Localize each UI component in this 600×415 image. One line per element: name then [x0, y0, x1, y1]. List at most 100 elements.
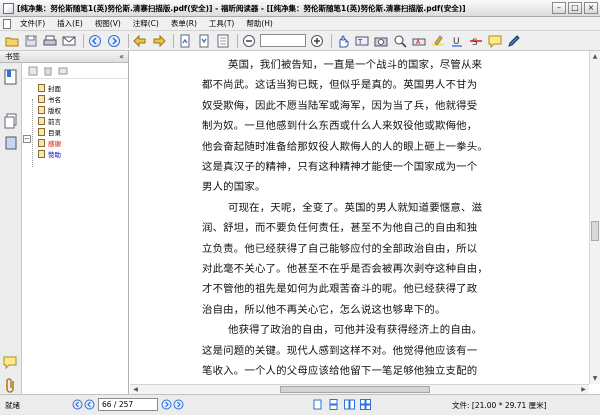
menu-tools[interactable]: 工具(T) — [203, 18, 240, 29]
scroll-down-icon[interactable]: ▼ — [591, 374, 599, 383]
first-page-status-button[interactable] — [84, 399, 95, 410]
prev-page-button[interactable] — [72, 399, 83, 410]
bookmark-icon — [38, 128, 45, 136]
menu-comment[interactable]: 注释(C) — [127, 18, 165, 29]
minimize-button[interactable]: – — [552, 2, 566, 14]
delete-bookmark-button[interactable] — [43, 66, 53, 76]
bookmark-panel-header: 书签 « — [0, 51, 128, 63]
continuous-facing-view-button[interactable] — [360, 399, 371, 410]
bookmark-icon — [38, 117, 45, 125]
scroll-up-icon[interactable]: ▲ — [591, 52, 599, 61]
horizontal-scroll-thumb[interactable] — [280, 386, 430, 393]
next-view-button[interactable] — [106, 33, 122, 49]
expand-bookmarks-button[interactable] — [28, 66, 38, 76]
bookmark-label: 赞助 — [48, 151, 61, 159]
print-button[interactable] — [42, 33, 58, 49]
text-line: 都不尚武。这话当狗已既，但似乎是真的。英国男人不甘为 — [202, 79, 478, 92]
bookmark-item[interactable]: 感谢 — [38, 138, 61, 148]
menu-insert[interactable]: 插入(E) — [51, 18, 89, 29]
snapshot-button[interactable] — [373, 33, 389, 49]
bookmark-item[interactable]: 版权 — [38, 105, 61, 115]
strikeout-button[interactable]: S — [468, 33, 484, 49]
menu-view[interactable]: 视图(V) — [89, 18, 127, 29]
toolbar-separator — [83, 33, 84, 48]
bookmark-tree-area: − 封面 书名 版权 前言 目录 感谢 赞助 — [22, 63, 128, 394]
page-number-field[interactable]: 66 / 257 — [98, 398, 158, 411]
next-page-button[interactable] — [161, 399, 172, 410]
last-page-status-button[interactable] — [173, 399, 184, 410]
save-button[interactable] — [23, 33, 39, 49]
select-text-button[interactable]: T — [354, 33, 370, 49]
zoom-in-button[interactable] — [309, 33, 325, 49]
find-button[interactable] — [392, 33, 408, 49]
single-page-view-button[interactable] — [312, 399, 323, 410]
menu-bar: 文件(F) 插入(E) 视图(V) 注释(C) 表单(R) 工具(T) 帮助(H… — [0, 17, 600, 31]
toolbar-separator — [128, 33, 129, 48]
text-line: 对此毫不关心了。他甚至不在乎是否会被再次剥夺这种自由， — [202, 263, 488, 275]
highlight-button[interactable] — [430, 33, 446, 49]
bookmark-item[interactable]: 书名 — [38, 94, 61, 104]
bookmarks-tab[interactable] — [3, 69, 19, 85]
layers-tab[interactable] — [3, 135, 19, 151]
email-button[interactable] — [61, 33, 77, 49]
back-button[interactable] — [132, 33, 148, 49]
bookmark-label: 前言 — [48, 118, 61, 126]
facing-view-button[interactable] — [344, 399, 355, 410]
circle-forward-icon — [108, 34, 120, 47]
bookmark-item[interactable]: 前言 — [38, 116, 61, 126]
svg-text:S: S — [472, 38, 478, 48]
typewriter-button[interactable]: A — [411, 33, 427, 49]
open-button[interactable] — [4, 33, 20, 49]
bookmark-options-button[interactable] — [58, 66, 68, 76]
forward-button[interactable] — [151, 33, 167, 49]
window-controls: – □ × — [552, 2, 598, 14]
hand-tool-button[interactable] — [335, 33, 351, 49]
last-page-button[interactable] — [196, 33, 212, 49]
previous-view-button[interactable] — [87, 33, 103, 49]
zoom-out-button[interactable] — [241, 33, 257, 49]
pages-tab[interactable] — [3, 113, 19, 129]
panel-tab-strip — [0, 63, 22, 394]
menu-form[interactable]: 表单(R) — [165, 18, 203, 29]
svg-text:T: T — [357, 38, 363, 46]
toolbar-separator — [237, 33, 238, 48]
comments-tab[interactable] — [3, 355, 19, 371]
document-view[interactable]: 英国，我们被告知，一直是一个战斗的国家，尽管从来都不尚武。这话当狗已既，但似乎是… — [130, 51, 589, 384]
text-line: 他获得了政治的自由，可他并没有获得经济上的自由。 — [228, 324, 483, 337]
bookmark-item[interactable]: 赞助 — [38, 149, 61, 159]
note-button[interactable] — [487, 33, 503, 49]
circle-right-icon — [161, 399, 172, 410]
toolbar: T A U S — [0, 31, 600, 51]
circle-last-icon — [173, 399, 184, 410]
bookmark-icon — [38, 106, 45, 114]
pencil-button[interactable] — [506, 33, 522, 49]
horizontal-scrollbar[interactable]: ◀ ▶ — [130, 384, 589, 394]
bookmark-label: 书名 — [48, 96, 61, 104]
underline-button[interactable]: U — [449, 33, 465, 49]
first-page-button[interactable] — [177, 33, 193, 49]
bookmark-item[interactable]: 目录 — [38, 127, 61, 137]
options-icon — [58, 67, 68, 74]
vertical-scrollbar[interactable]: ▲ ▼ — [589, 51, 600, 384]
note-icon — [488, 35, 502, 48]
collapse-panel-button[interactable]: « — [119, 51, 124, 63]
menu-help[interactable]: 帮助(H) — [240, 18, 279, 29]
zoom-level-select[interactable] — [260, 34, 306, 47]
menu-file[interactable]: 文件(F) — [14, 18, 51, 29]
typewriter-icon: A — [412, 38, 426, 46]
bookmark-item[interactable]: 封面 — [38, 83, 61, 93]
attachments-tab[interactable] — [3, 377, 19, 393]
maximize-button[interactable]: □ — [568, 2, 582, 14]
bookmark-add-icon — [28, 66, 38, 75]
vertical-scroll-thumb[interactable] — [591, 221, 599, 241]
scroll-left-icon[interactable]: ◀ — [131, 385, 140, 394]
text-line: 英国，我们被告知，一直是一个战斗的国家，尽管从来 — [228, 59, 483, 71]
continuous-view-button[interactable] — [328, 399, 339, 410]
scroll-right-icon[interactable]: ▶ — [579, 385, 588, 394]
pencil-icon — [508, 34, 520, 47]
tree-expand-toggle[interactable]: − — [23, 135, 31, 143]
status-text: 就绪 — [5, 401, 20, 410]
app-icon — [3, 2, 14, 14]
close-button[interactable]: × — [584, 2, 598, 14]
page-layout-button[interactable] — [215, 33, 231, 49]
